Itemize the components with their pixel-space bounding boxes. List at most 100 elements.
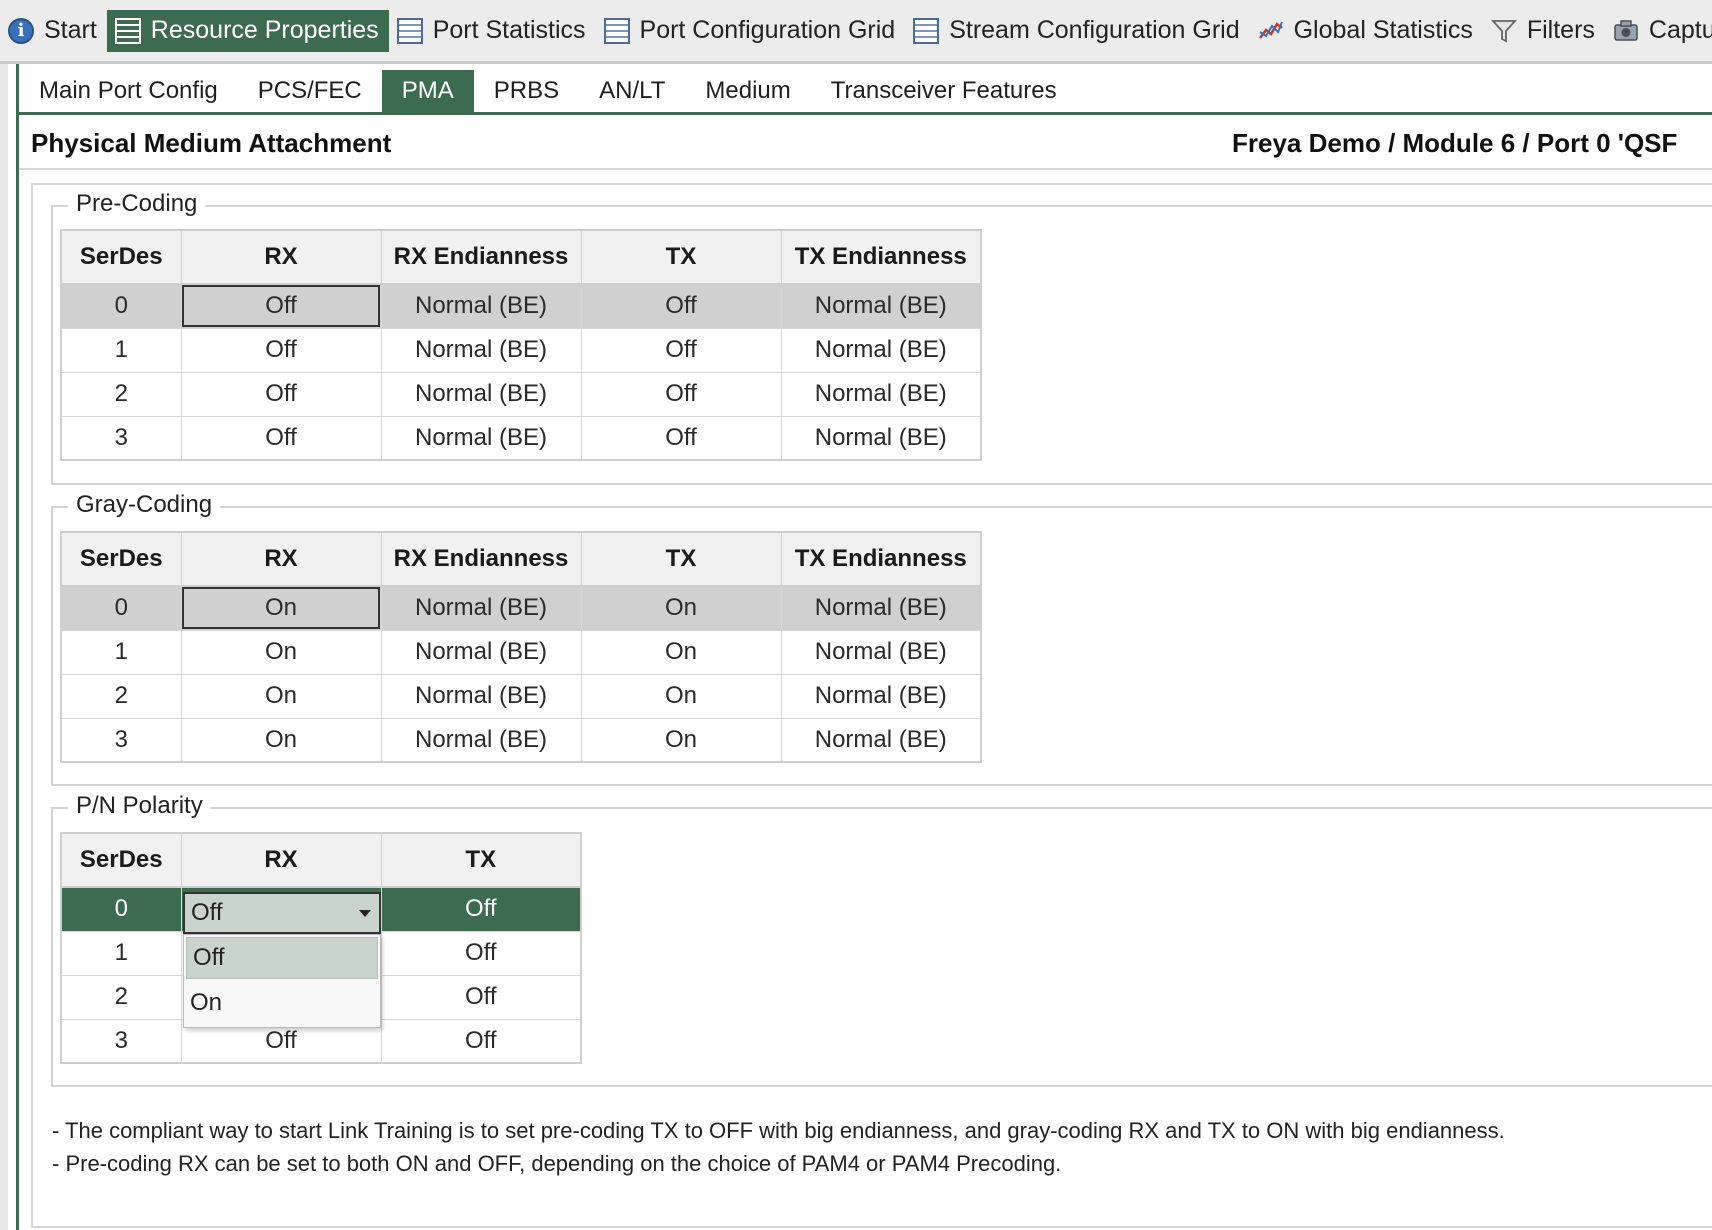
table-cell[interactable]: Off xyxy=(380,886,582,932)
table-cell[interactable]: Normal (BE) xyxy=(380,717,582,763)
toolbar-start-label: Start xyxy=(44,16,97,44)
graycoding-legend: Gray-Coding xyxy=(68,491,221,519)
note-line: - The compliant way to start Link Traini… xyxy=(52,1118,1505,1143)
table-cell[interactable]: Normal (BE) xyxy=(780,717,982,763)
table-row[interactable]: 3 On Normal (BE) On Normal (BE) xyxy=(60,717,982,763)
table-cell[interactable]: 2 xyxy=(60,371,182,417)
table-cell[interactable]: Off xyxy=(180,327,382,373)
table-cell[interactable]: Normal (BE) xyxy=(380,629,582,675)
precoding-legend: Pre-Coding xyxy=(68,190,206,218)
table-cell[interactable]: Normal (BE) xyxy=(380,371,582,417)
table-cell[interactable]: Normal (BE) xyxy=(780,283,982,329)
port-path: Freya Demo / Module 6 / Port 0 'QSF xyxy=(1232,128,1678,158)
table-cell[interactable]: 0 xyxy=(60,283,182,329)
table-cell[interactable]: Normal (BE) xyxy=(780,673,982,719)
table-cell[interactable]: 3 xyxy=(60,1018,182,1064)
grid-icon xyxy=(114,17,141,44)
filter-icon xyxy=(1490,18,1517,44)
chevron-down-icon[interactable] xyxy=(359,909,371,917)
toolbar-start-button[interactable]: i Start xyxy=(0,10,107,52)
toolbar-port-config-grid-button[interactable]: Port Configuration Grid xyxy=(596,10,906,52)
table-cell[interactable]: 2 xyxy=(60,673,182,719)
tab-medium[interactable]: Medium xyxy=(685,70,810,112)
table-row[interactable]: 0 Off Normal (BE) Off Normal (BE) xyxy=(60,283,982,329)
column-header: RX xyxy=(180,832,382,888)
table-row[interactable]: 3 Off Normal (BE) Off Normal (BE) xyxy=(60,415,982,461)
dropdown-option-off[interactable]: Off xyxy=(186,937,378,979)
polarity-legend: P/N Polarity xyxy=(68,792,211,820)
toolbar-global-statistics-button[interactable]: Global Statistics xyxy=(1250,10,1483,52)
table-cell[interactable]: On xyxy=(580,585,782,631)
table-cell[interactable]: Off xyxy=(580,415,782,461)
rx-polarity-select[interactable]: Off xyxy=(183,892,381,934)
tab-pcs-fec[interactable]: PCS/FEC xyxy=(238,70,382,112)
table-cell[interactable]: On xyxy=(180,629,382,675)
table-cell[interactable]: Normal (BE) xyxy=(380,283,582,329)
table-cell[interactable]: Off xyxy=(580,371,782,417)
toolbar-capture-button[interactable]: Capture xyxy=(1605,10,1712,52)
table-cell[interactable]: On xyxy=(180,717,382,763)
table-cell[interactable]: 0 xyxy=(60,585,182,631)
table-row[interactable]: 2 On Normal (BE) On Normal (BE) xyxy=(60,673,982,719)
table-cell[interactable]: 3 xyxy=(60,415,182,461)
table-row[interactable]: 0 On Normal (BE) On Normal (BE) xyxy=(60,585,982,631)
table-cell[interactable]: Off xyxy=(180,283,382,329)
toolbar-port-statistics-button[interactable]: Port Statistics xyxy=(389,10,596,52)
table-cell[interactable]: 2 xyxy=(60,974,182,1020)
grid-icon xyxy=(603,17,630,44)
toolbar-port-config-grid-label: Port Configuration Grid xyxy=(639,16,896,44)
table-cell[interactable]: Normal (BE) xyxy=(780,585,982,631)
table-cell[interactable]: Normal (BE) xyxy=(380,673,582,719)
table-row[interactable]: 2 Off Normal (BE) Off Normal (BE) xyxy=(60,371,982,417)
table-row[interactable]: 1 Off Normal (BE) Off Normal (BE) xyxy=(60,327,982,373)
column-header: RX Endianness xyxy=(380,531,582,587)
table-cell[interactable]: Off xyxy=(180,371,382,417)
table-cell[interactable]: On xyxy=(580,673,782,719)
tab-prbs[interactable]: PRBS xyxy=(474,70,579,112)
column-header: SerDes xyxy=(60,531,182,587)
table-cell[interactable]: Off xyxy=(180,415,382,461)
toolbar-stream-config-grid-label: Stream Configuration Grid xyxy=(949,16,1240,44)
table-cell[interactable]: Normal (BE) xyxy=(780,327,982,373)
camera-icon xyxy=(1613,18,1639,44)
dropdown-option-on[interactable]: On xyxy=(184,981,380,1025)
table-row[interactable]: 1 On Normal (BE) On Normal (BE) xyxy=(60,629,982,675)
pma-subtab-bar: Main Port Config PCS/FEC PMA PRBS AN/LT … xyxy=(19,70,1712,115)
table-cell[interactable]: On xyxy=(180,585,382,631)
tab-pma[interactable]: PMA xyxy=(381,70,474,112)
tab-an-lt[interactable]: AN/LT xyxy=(579,70,685,112)
toolbar-capture-label: Capture xyxy=(1648,16,1712,44)
table-cell[interactable]: On xyxy=(580,629,782,675)
tab-transceiver-features[interactable]: Transceiver Features xyxy=(811,70,1077,112)
table-cell[interactable]: 3 xyxy=(60,717,182,763)
table-cell[interactable]: Normal (BE) xyxy=(380,585,582,631)
table-cell[interactable]: Normal (BE) xyxy=(380,415,582,461)
table-cell[interactable]: Off xyxy=(380,974,582,1020)
table-cell[interactable]: 0 xyxy=(60,886,182,932)
table-cell[interactable]: On xyxy=(580,717,782,763)
table-cell[interactable]: Normal (BE) xyxy=(780,415,982,461)
table-cell[interactable]: Off xyxy=(580,283,782,329)
table-cell[interactable]: Off xyxy=(580,327,782,373)
note-line: - Pre-coding RX can be set to both ON an… xyxy=(52,1151,1062,1176)
table-cell[interactable]: On xyxy=(180,673,382,719)
table-cell[interactable]: 1 xyxy=(60,629,182,675)
info-icon: i xyxy=(8,17,34,44)
left-frame-accent xyxy=(16,64,19,1230)
table-cell[interactable]: Off xyxy=(380,930,582,976)
toolbar-filters-button[interactable]: Filters xyxy=(1483,10,1605,52)
table-cell[interactable]: Off xyxy=(380,1018,582,1064)
table-cell[interactable]: 1 xyxy=(60,930,182,976)
rx-polarity-dropdown: Off On xyxy=(183,934,381,1028)
rx-polarity-select-value: Off xyxy=(191,899,223,926)
grid-icon xyxy=(396,17,423,44)
tab-main-port-config[interactable]: Main Port Config xyxy=(19,70,238,112)
table-cell[interactable]: Normal (BE) xyxy=(380,327,582,373)
table-cell[interactable]: Normal (BE) xyxy=(780,629,982,675)
table-cell[interactable]: Normal (BE) xyxy=(780,371,982,417)
table-cell[interactable]: 1 xyxy=(60,327,182,373)
toolbar-stream-config-grid-button[interactable]: Stream Configuration Grid xyxy=(905,10,1249,52)
toolbar-resource-properties-button[interactable]: Resource Properties xyxy=(106,9,389,52)
title-divider xyxy=(19,168,1712,170)
column-header: TX xyxy=(580,229,782,285)
